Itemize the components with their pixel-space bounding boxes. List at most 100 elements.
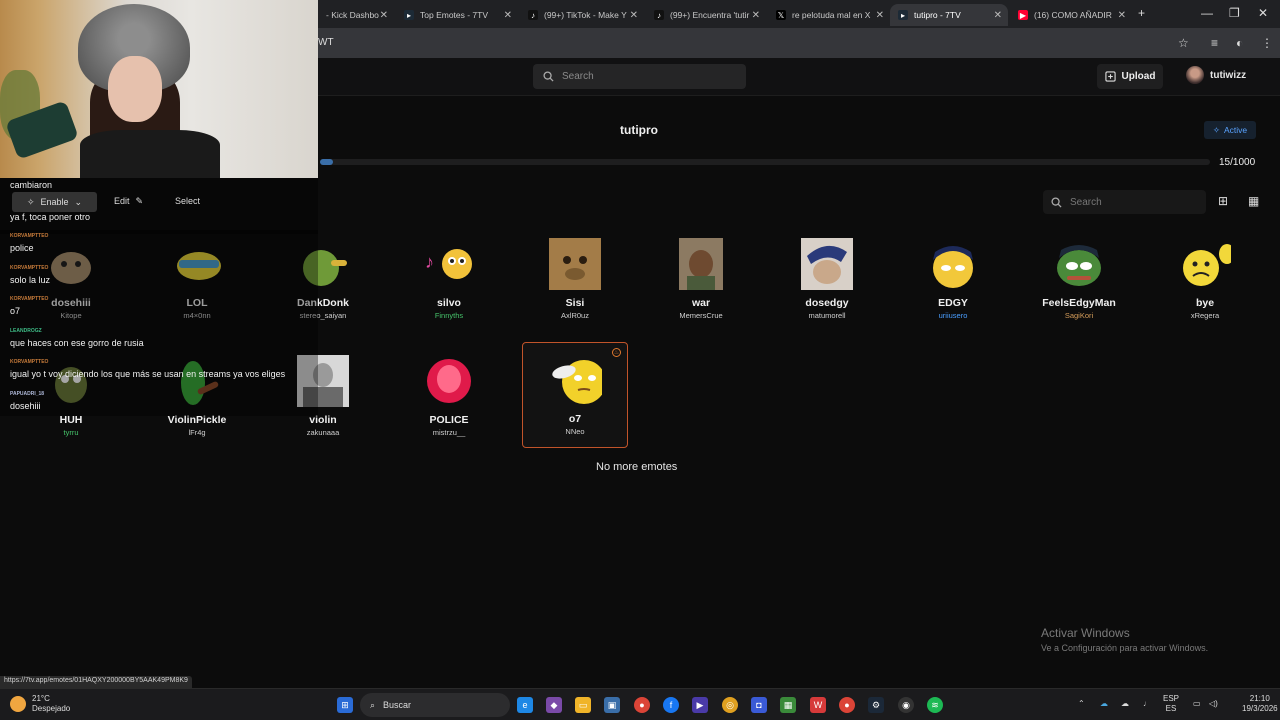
active-label: Active xyxy=(1223,125,1248,135)
emote-owner[interactable]: MemersCrue xyxy=(648,311,754,320)
weather-condition: Despejado xyxy=(32,704,71,713)
emote-card-selected[interactable]: ♨ o7 NNeo xyxy=(522,342,628,448)
close-icon[interactable]: ✕ xyxy=(630,10,638,21)
site-search-input[interactable] xyxy=(562,71,722,82)
start-icon[interactable]: ⊞ xyxy=(337,697,353,713)
store-icon[interactable]: ▣ xyxy=(604,697,620,713)
network-icon[interactable]: ▭ xyxy=(1193,699,1201,709)
volume-icon[interactable]: ◁) xyxy=(1209,699,1218,709)
steam-icon[interactable]: ⚙ xyxy=(868,697,884,713)
emote-owner[interactable]: NNeo xyxy=(523,427,627,436)
emote-owner[interactable]: tyrru xyxy=(18,428,124,437)
tab-tutipro-7tv[interactable]: ▸ tutipro - 7TV ✕ xyxy=(890,4,1008,26)
close-icon[interactable]: ✕ xyxy=(876,10,884,21)
capacity-progress xyxy=(320,159,1210,165)
emote-card[interactable]: war MemersCrue xyxy=(648,227,754,333)
emote-name: Sisi xyxy=(565,297,585,309)
emote-card[interactable]: Sisi AxlR0uz xyxy=(522,227,628,333)
enable-button[interactable]: ✧ Enable ⌄ xyxy=(12,192,97,212)
emote-owner[interactable]: uriiusero xyxy=(900,311,1006,320)
address-text[interactable]: WT xyxy=(318,37,334,48)
cloud-icon[interactable]: ☁ xyxy=(1121,699,1129,709)
taskbar-search[interactable]: ⌕ Buscar xyxy=(360,693,510,717)
active-badge[interactable]: ✧ Active xyxy=(1204,121,1256,139)
emote-image xyxy=(1179,238,1231,290)
menu-icon[interactable]: ⋮ xyxy=(1261,36,1273,50)
chrome-active-icon[interactable]: ● xyxy=(839,697,855,713)
search-icon: ⌕ xyxy=(370,699,376,710)
new-tab-button[interactable]: + xyxy=(1138,6,1145,20)
emote-owner[interactable]: lFr4g xyxy=(144,428,250,437)
emote-card[interactable]: POLICE mistrzu__ xyxy=(396,344,502,450)
no-more-emotes: No more emotes xyxy=(596,461,678,473)
tab-label: tutipro - 7TV xyxy=(914,10,961,20)
emote-owner[interactable]: AxlR0uz xyxy=(522,311,628,320)
emote-card[interactable]: bye xRegera xyxy=(1152,227,1258,333)
profile-icon[interactable]: ◐ xyxy=(1236,36,1243,50)
restore-icon[interactable]: ❐ xyxy=(1229,6,1240,20)
tab-x[interactable]: 𝕏re pelotuda mal en X ✕ xyxy=(768,4,890,26)
tab-kick-dashboard[interactable]: - Kick Dashbo ✕ xyxy=(318,4,394,26)
emote-card[interactable]: EDGY uriiusero xyxy=(900,227,1006,333)
close-icon[interactable]: ✕ xyxy=(1118,10,1126,21)
star-icon[interactable]: ☆ xyxy=(1178,36,1189,50)
emote-owner[interactable]: matumorell xyxy=(774,311,880,320)
emote-owner[interactable]: xRegera xyxy=(1152,311,1258,320)
copilot-icon[interactable]: ◆ xyxy=(546,697,562,713)
spotify-icon[interactable]: ≋ xyxy=(927,697,943,713)
site-search[interactable] xyxy=(533,64,746,89)
emote-card[interactable]: FeelsEdgyMan SagiKori xyxy=(1026,227,1132,333)
onedrive-icon[interactable]: ☁ xyxy=(1100,699,1108,709)
microphone-icon[interactable]: ♩ xyxy=(1143,699,1151,709)
tab-top-emotes[interactable]: ▸ Top Emotes - 7TV ✕ xyxy=(396,4,518,26)
minecraft-icon[interactable]: ▦ xyxy=(780,697,796,713)
tab-youtube[interactable]: ▶ (16) COMO AÑADIR ✕ xyxy=(1010,4,1132,26)
media-controls-icon[interactable]: ≡ xyxy=(1211,36,1218,50)
time: 21:10 xyxy=(1249,694,1270,703)
edge-icon[interactable]: e xyxy=(517,697,533,713)
close-icon[interactable]: ✕ xyxy=(504,10,512,21)
clock[interactable]: 21:10 19/3/2026 xyxy=(1242,694,1278,714)
upload-button[interactable]: Upload xyxy=(1097,64,1163,89)
emote-search[interactable] xyxy=(1043,190,1206,214)
chat-block xyxy=(0,230,318,416)
edit-button[interactable]: Edit ✎ xyxy=(114,196,143,207)
app-icon[interactable]: ◘ xyxy=(751,697,767,713)
7tv-icon: ▸ xyxy=(898,10,908,20)
chrome-icon[interactable]: ● xyxy=(634,697,650,713)
emote-owner[interactable]: SagiKori xyxy=(1026,311,1132,320)
app-circle-icon[interactable]: ◉ xyxy=(898,697,914,713)
emote-card[interactable]: dosedgy matumorell xyxy=(774,227,880,333)
emote-image xyxy=(550,354,602,406)
list-view-icon[interactable]: ▦ xyxy=(1248,194,1259,208)
chevron-up-icon[interactable]: ⌃ xyxy=(1078,699,1085,709)
video-editor-icon[interactable]: ▶ xyxy=(692,697,708,713)
language-indicator[interactable]: ESP ES xyxy=(1163,694,1179,714)
close-icon[interactable]: ✕ xyxy=(752,10,760,21)
obs-icon[interactable]: ◎ xyxy=(722,697,738,713)
emote-owner[interactable]: mistrzu__ xyxy=(396,428,502,437)
weather-widget[interactable]: 21°C Despejado xyxy=(10,694,70,714)
emote-card[interactable]: ♪ silvo Finnyths xyxy=(396,227,502,333)
emote-search-input[interactable] xyxy=(1070,196,1190,208)
file-explorer-icon[interactable]: ▭ xyxy=(575,697,591,713)
grid-view-icon[interactable]: ⊞ xyxy=(1218,194,1228,208)
fire-icon: ♨ xyxy=(612,348,621,357)
facebook-icon[interactable]: f xyxy=(663,697,679,713)
close-icon[interactable]: ✕ xyxy=(380,10,388,21)
app-red-icon[interactable]: W xyxy=(810,697,826,713)
select-button[interactable]: Select xyxy=(175,196,200,206)
tab-tiktok-make[interactable]: ♪ (99+) TikTok - Make Y ✕ xyxy=(520,4,644,26)
minimize-icon[interactable]: — xyxy=(1201,6,1213,20)
chat-message: police xyxy=(10,243,34,253)
screen: - Kick Dashbo ✕ ▸ Top Emotes - 7TV ✕ ♪ (99+)… xyxy=(0,0,1280,720)
emote-owner[interactable]: Finnyths xyxy=(396,311,502,320)
tab-label: Top Emotes - 7TV xyxy=(420,10,489,20)
emote-name: POLICE xyxy=(429,414,469,426)
close-icon[interactable]: ✕ xyxy=(994,10,1002,21)
close-window-icon[interactable]: ✕ xyxy=(1258,6,1268,20)
emote-owner[interactable]: zakunaaa xyxy=(270,428,376,437)
user-menu[interactable]: tutiwizz xyxy=(1186,66,1246,84)
tab-tiktok-encuentra[interactable]: ♪ (99+) Encuentra 'tutir ✕ xyxy=(646,4,766,26)
tab-label: - Kick Dashbo xyxy=(326,10,379,20)
